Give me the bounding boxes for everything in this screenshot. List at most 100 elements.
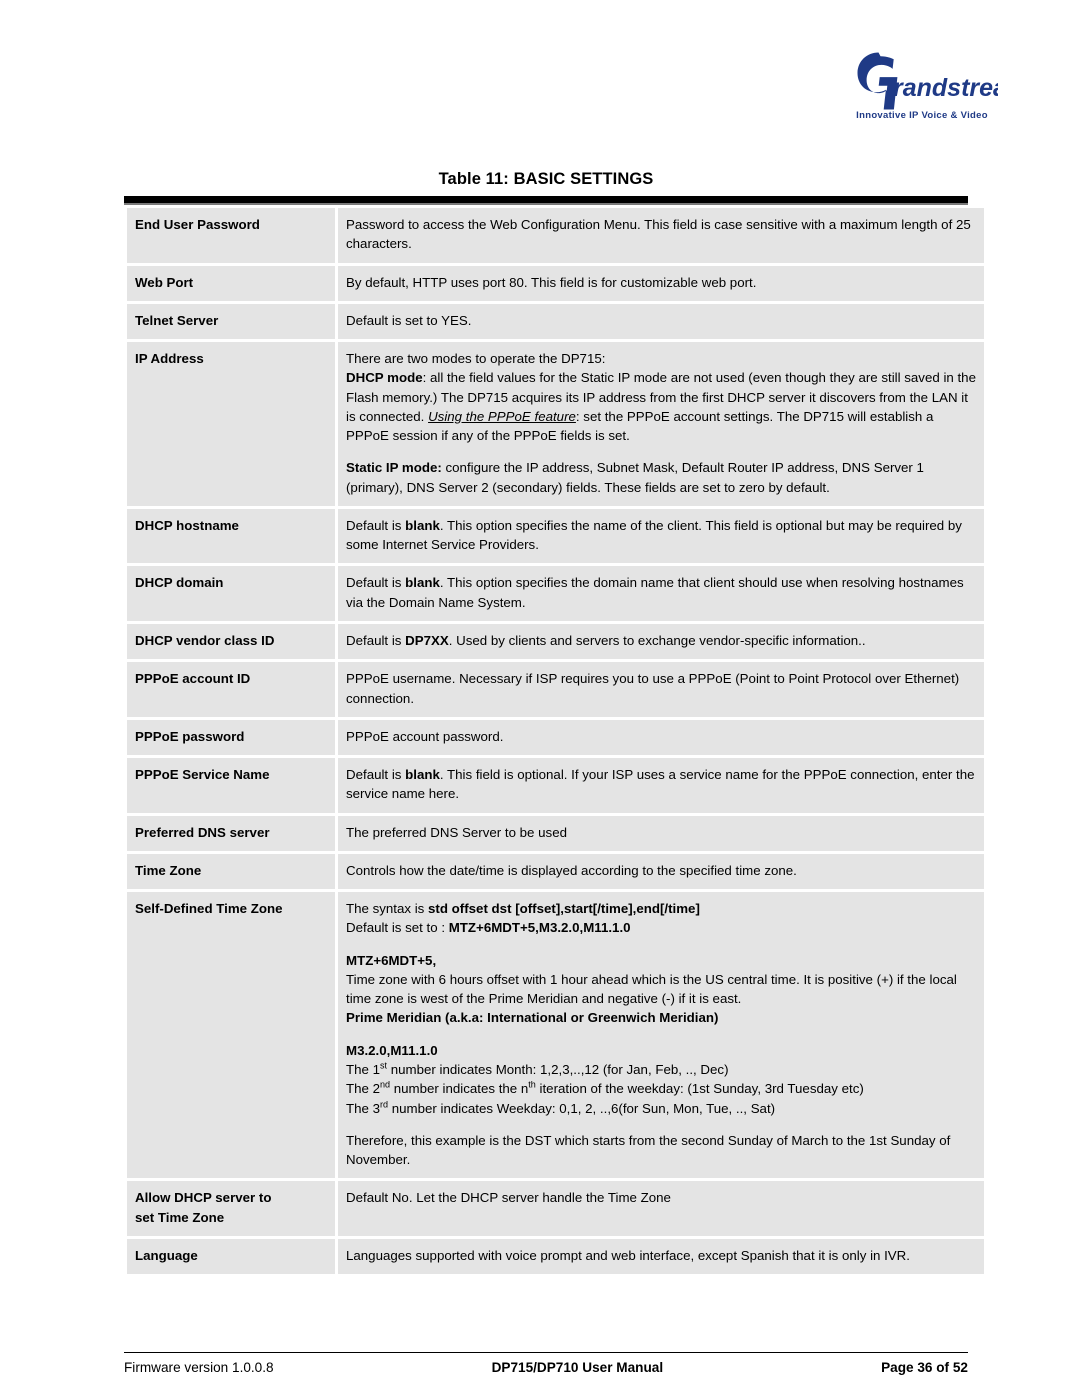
table-row: Allow DHCP server to set Time Zone Defau… <box>127 1181 984 1236</box>
row-value-language: Languages supported with voice prompt an… <box>338 1238 984 1275</box>
default-line: Default is set to : MTZ+6MDT+5,M3.2.0,M1… <box>346 918 976 937</box>
table-row: PPPoE account ID PPPoE username. Necessa… <box>127 662 984 717</box>
table-row: DHCP vendor class ID Default is DP7XX. U… <box>127 623 984 660</box>
row-value-dhcp-vendor-class-id: Default is DP7XX. Used by clients and se… <box>338 623 984 660</box>
table-row: DHCP hostname Default is blank. This opt… <box>127 508 984 564</box>
row-key-ip-address: IP Address <box>127 342 335 506</box>
key-line-1: Allow DHCP server to <box>135 1190 272 1206</box>
ordinal-2-post: iteration of the weekday: (1st Sunday, 3… <box>535 1081 864 1097</box>
ordinal-2-mid: number indicates the n <box>390 1081 529 1097</box>
dhcp-mode-label: DHCP mode <box>346 370 423 386</box>
page-title: Table 11: BASIC SETTINGS <box>438 170 654 188</box>
grandstream-logo: randstream Innovative IP Voice & Video <box>838 46 998 132</box>
table-row: Telnet Server Default is set to YES. <box>127 303 984 340</box>
syntax-value: std offset dst [offset],start[/time],end… <box>428 901 700 917</box>
row-value-ip-address: There are two modes to operate the DP715… <box>338 342 984 506</box>
basic-settings-table: End User Password Password to access the… <box>124 196 984 1277</box>
row-value-telnet-server: Default is set to YES. <box>338 303 984 340</box>
m-rule-heading: M3.2.0,M11.1.0 <box>346 1042 438 1058</box>
row-key-pppoe-service-name: PPPoE Service Name <box>127 758 335 813</box>
row-key-end-user-password: End User Password <box>127 208 335 263</box>
table-row: PPPoE Service Name Default is blank. Thi… <box>127 758 984 813</box>
default-prefix: Default is <box>346 575 406 591</box>
static-ip-mode-label: Static IP mode: <box>346 460 442 476</box>
row-key-dhcp-vendor-class-id: DHCP vendor class ID <box>127 623 335 660</box>
default-prefix: Default is <box>346 632 406 648</box>
ordinal-3-pre: The 3 <box>346 1100 381 1116</box>
default-prefix: Default is <box>346 767 406 783</box>
row-key-language: Language <box>127 1238 335 1275</box>
syntax-line: The syntax is std offset dst [offset],st… <box>346 899 976 918</box>
default-value: DP7XX <box>405 632 449 648</box>
row-key-dhcp-domain: DHCP domain <box>127 566 335 621</box>
default-suffix: . Used by clients and servers to exchang… <box>448 632 866 648</box>
default-value: blank <box>405 517 440 533</box>
footer-manual-title: DP715/DP710 User Manual <box>491 1360 664 1375</box>
row-key-self-defined-time-zone: Self-Defined Time Zone <box>127 892 335 1179</box>
row-key-dhcp-hostname: DHCP hostname <box>127 508 335 564</box>
closing-note: Therefore, this example is the DST which… <box>346 1132 951 1168</box>
logo-tagline: Innovative IP Voice & Video <box>856 110 988 121</box>
row-value-self-defined-time-zone: The syntax is std offset dst [offset],st… <box>338 892 984 1179</box>
table-row: Time Zone Controls how the date/time is … <box>127 853 984 890</box>
ordinal-2-pre: The 2 <box>346 1081 381 1097</box>
row-value-pppoe-service-name: Default is blank. This field is optional… <box>338 758 984 813</box>
ordinal-3-post: number indicates Weekday: 0,1, 2, ..,6(f… <box>388 1100 776 1116</box>
row-key-pppoe-account-id: PPPoE account ID <box>127 662 335 717</box>
row-value-allow-dhcp-set-time-zone: Default No. Let the DHCP server handle t… <box>338 1181 984 1236</box>
ordinal-rule-1: The 1st number indicates Month: 1,2,3,..… <box>346 1060 976 1079</box>
ordinal-1-pre: The 1 <box>346 1061 381 1077</box>
ordinal-1-suffix: st <box>380 1060 388 1071</box>
default-suffix: . This field is optional. If your ISP us… <box>346 767 975 802</box>
row-key-time-zone: Time Zone <box>127 853 335 890</box>
table-top-bar <box>124 196 968 205</box>
row-value-dhcp-domain: Default is blank. This option specifies … <box>338 566 984 621</box>
row-key-web-port: Web Port <box>127 265 335 301</box>
table-row: DHCP domain Default is blank. This optio… <box>127 566 984 621</box>
mtz-heading: MTZ+6MDT+5, <box>346 952 437 968</box>
syntax-prefix: The syntax is <box>346 901 429 917</box>
table-row: Self-Defined Time Zone The syntax is std… <box>127 892 984 1179</box>
default-value: blank <box>405 575 440 591</box>
row-value-dhcp-hostname: Default is blank. This option specifies … <box>338 508 984 564</box>
prime-meridian-heading: Prime Meridian (a.k.a: International or … <box>346 1010 719 1026</box>
footer-firmware-version: Firmware version 1.0.0.8 <box>124 1360 274 1375</box>
table-row: IP Address There are two modes to operat… <box>127 342 984 506</box>
ordinal-2-suffix: nd <box>380 1079 391 1090</box>
ordinal-3-suffix: rd <box>380 1099 389 1110</box>
row-key-preferred-dns-server: Preferred DNS server <box>127 815 335 851</box>
row-value-pppoe-password: PPPoE account password. <box>338 719 984 756</box>
ordinal-rule-2: The 2nd number indicates the nth iterati… <box>346 1079 976 1098</box>
ordinal-rule-3: The 3rd number indicates Weekday: 0,1, 2… <box>346 1099 976 1118</box>
default-prefix: Default is <box>346 517 406 533</box>
table-row: PPPoE password PPPoE account password. <box>127 719 984 756</box>
ordinal-2-suffix2: th <box>528 1079 536 1090</box>
default-value: blank <box>405 767 440 783</box>
row-key-allow-dhcp-set-time-zone: Allow DHCP server to set Time Zone <box>127 1181 335 1236</box>
key-line-2: set Time Zone <box>135 1209 225 1225</box>
row-value-end-user-password: Password to access the Web Configuration… <box>338 208 984 263</box>
ordinal-1-post: number indicates Month: 1,2,3,..,12 (for… <box>387 1061 729 1077</box>
table-row: Language Languages supported with voice … <box>127 1238 984 1275</box>
svg-text:randstream: randstream <box>893 74 998 102</box>
pppoe-feature-emphasis: Using the PPPoE feature <box>428 408 576 424</box>
row-key-telnet-server: Telnet Server <box>127 303 335 340</box>
table-row: End User Password Password to access the… <box>127 208 984 263</box>
row-value-web-port: By default, HTTP uses port 80. This fiel… <box>338 265 984 301</box>
table-row: Preferred DNS server The preferred DNS S… <box>127 815 984 851</box>
default-value: MTZ+6MDT+5,M3.2.0,M11.1.0 <box>448 920 631 936</box>
grandstream-logo-mark: randstream <box>857 52 998 110</box>
page-footer: Firmware version 1.0.0.8 DP715/DP710 Use… <box>124 1360 968 1375</box>
row-value-time-zone: Controls how the date/time is displayed … <box>338 853 984 890</box>
row-value-preferred-dns-server: The preferred DNS Server to be used <box>338 815 984 851</box>
row-key-pppoe-password: PPPoE password <box>127 719 335 756</box>
mtz-body: Time zone with 6 hours offset with 1 hou… <box>346 971 957 1007</box>
table-row: Web Port By default, HTTP uses port 80. … <box>127 265 984 301</box>
default-prefix: Default is set to : <box>346 920 449 936</box>
footer-divider <box>124 1352 968 1353</box>
row-value-pppoe-account-id: PPPoE username. Necessary if ISP require… <box>338 662 984 717</box>
